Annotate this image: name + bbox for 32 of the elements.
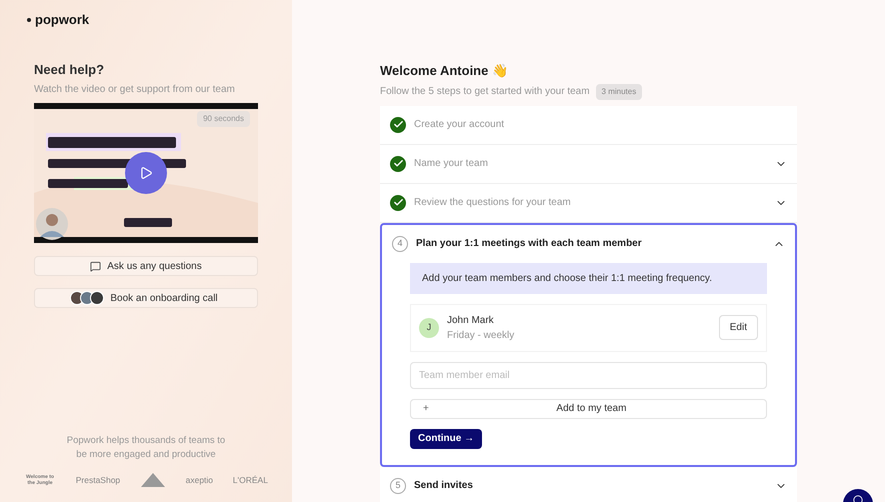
ask-questions-button[interactable]: Ask us any questions bbox=[34, 256, 258, 276]
welcome-subtitle: Follow the 5 steps to get started with your team bbox=[380, 85, 590, 99]
continue-button[interactable]: Continue → bbox=[410, 428, 482, 448]
step-title: Create your account bbox=[414, 118, 506, 132]
duration-badge: 3 minutes bbox=[596, 84, 642, 100]
company-logo: L'ORÉAL bbox=[232, 474, 268, 486]
info-banner: Add your team members and choose their 1:1 meeting frequency. bbox=[410, 262, 767, 294]
mountain-logo-icon bbox=[140, 472, 166, 488]
help-subtitle: Watch the video or get support from our team bbox=[34, 83, 236, 97]
step-title: Review the questions for your team bbox=[414, 196, 572, 210]
brand-logo: popwork bbox=[35, 11, 90, 29]
company-logo: axeptio bbox=[186, 474, 214, 486]
member-name: John Mark bbox=[447, 314, 495, 328]
help-title: Need help? bbox=[34, 60, 106, 79]
book-call-button[interactable]: Book an onboarding call bbox=[34, 288, 258, 308]
step-title: Send invites bbox=[414, 479, 474, 493]
welcome-title: Welcome Antoine 👋 bbox=[380, 62, 509, 80]
email-field[interactable]: Team member email bbox=[410, 362, 767, 388]
member-schedule: Friday - weekly bbox=[447, 328, 516, 342]
duration-badge: 90 seconds bbox=[197, 111, 250, 127]
step-title: Plan your 1:1 meetings with each team member bbox=[416, 237, 643, 251]
step-number: 4 bbox=[392, 236, 408, 252]
member-avatar: J bbox=[419, 318, 439, 338]
chat-icon bbox=[90, 260, 102, 272]
social-proof-text: Popwork helps thousands of teams to be more engaged and productive bbox=[66, 434, 226, 462]
edit-button[interactable]: Edit bbox=[718, 315, 758, 340]
add-member-button[interactable]: + Add to my team bbox=[410, 398, 767, 418]
step-card[interactable]: 4 Plan your 1:1 meetings with each team member Add your team members and choose their 1:1 meeting frequency. J John Mark Friday - weekly Edit Team member email + Add to my team Continue → bbox=[380, 222, 797, 466]
step-card[interactable]: 5 Send invites bbox=[380, 466, 797, 502]
company-logo: PrestaShop bbox=[76, 474, 120, 486]
step-title: Name your team bbox=[414, 157, 489, 171]
step-number: 5 bbox=[390, 478, 406, 494]
